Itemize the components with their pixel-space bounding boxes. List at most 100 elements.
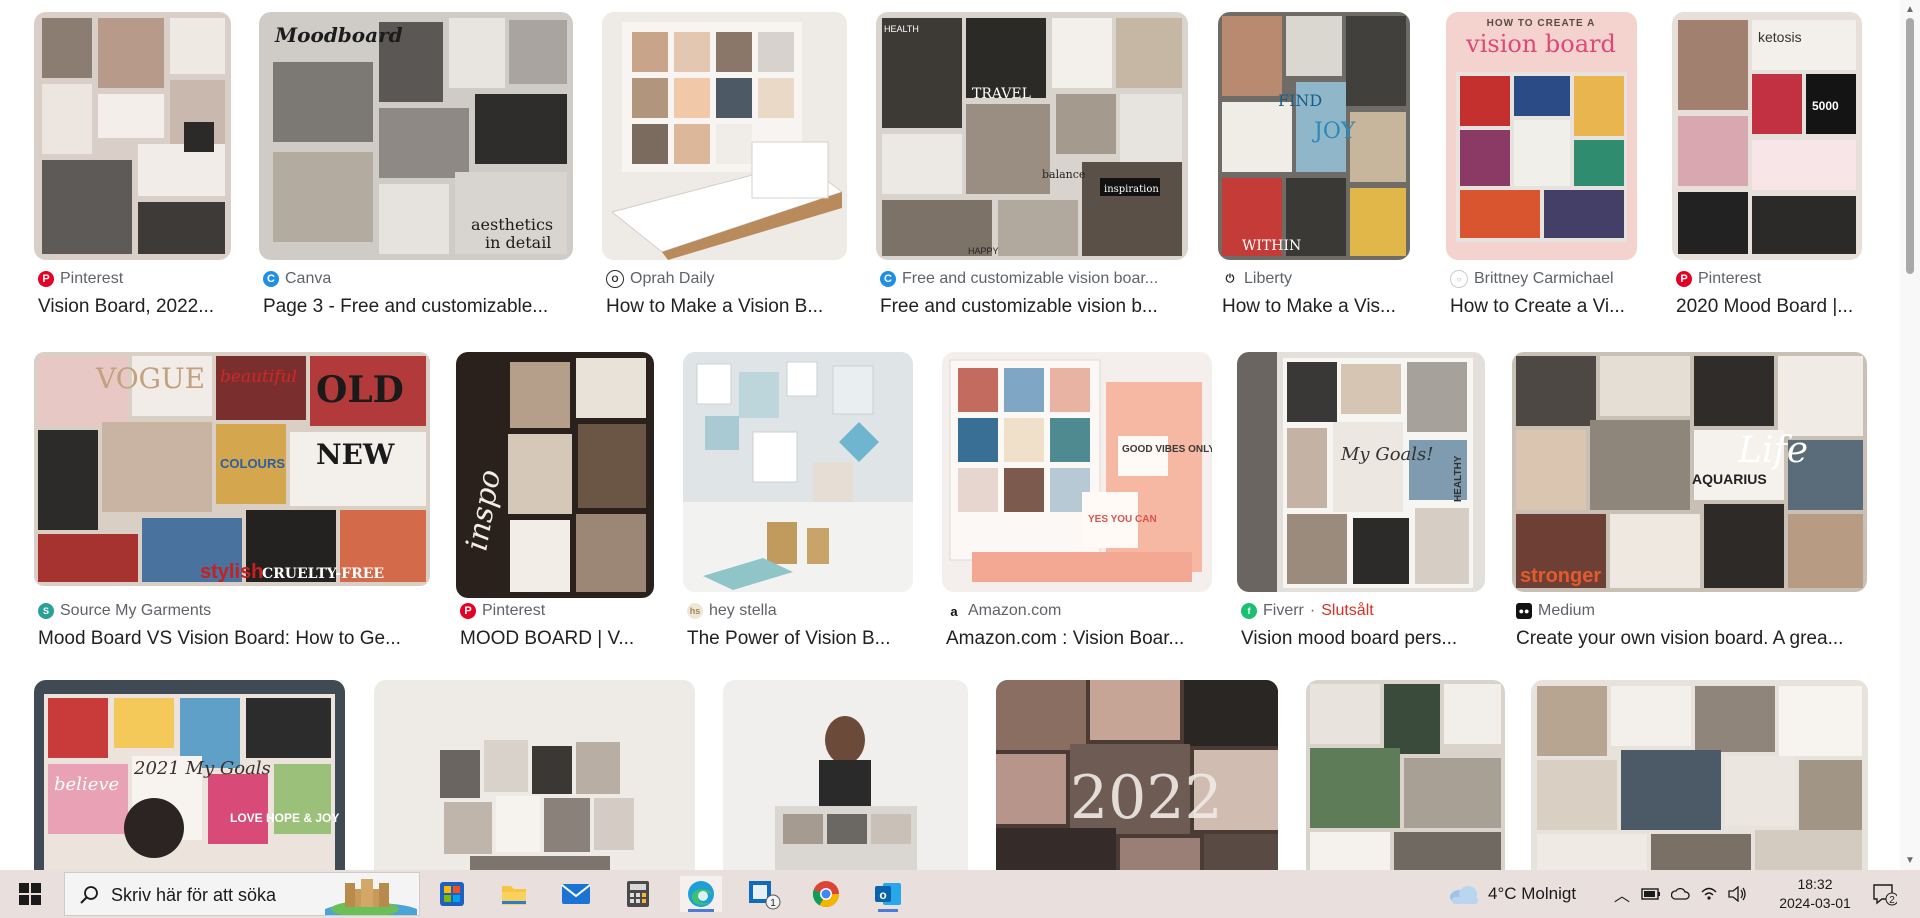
network-tray-button[interactable] [1696,876,1722,912]
svg-text:LOVE HOPE & JOY: LOVE HOPE & JOY [230,811,339,825]
result-card[interactable]: VOGUE beautiful OLD NEW COLOURS stylish … [34,352,430,656]
svg-text:in detail: in detail [485,233,551,252]
result-source[interactable]: ○ Brittney Carmichael [1450,270,1637,288]
result-source[interactable]: S Source My Garments [38,602,428,620]
result-card[interactable] [723,680,968,870]
result-card[interactable]: hs hey stella The Power of Vision B... [683,352,913,656]
scrollbar-thumb[interactable] [1906,18,1914,274]
result-thumbnail[interactable] [1306,680,1505,870]
widgets-app-icon[interactable] [434,876,470,912]
result-thumbnail[interactable]: VOGUE beautiful OLD NEW COLOURS stylish … [34,352,430,586]
edge-browser-button[interactable] [680,876,722,912]
result-thumbnail[interactable] [34,12,231,260]
active-app-indicator [688,909,714,912]
result-thumbnail[interactable] [602,12,847,260]
battery-tray-button[interactable] [1638,876,1664,912]
result-card[interactable] [1306,680,1505,870]
outlook-calendar-button[interactable]: 1 [746,876,782,912]
result-card[interactable]: FIND JOY WITHIN ⏻ Liberty How to Make a … [1218,12,1410,322]
result-card[interactable]: O Oprah Daily How to Make a Vision B... [602,12,847,322]
result-thumbnail[interactable] [1531,680,1868,870]
weather-widget[interactable] [1444,876,1484,912]
result-card[interactable]: Moodboard aesthetics in detail C Canva P… [259,12,573,322]
scroll-up-arrow-icon[interactable]: ▲ [1905,4,1915,15]
result-thumbnail[interactable]: My Goals! HEALTHY [1237,352,1485,592]
mail-button[interactable] [558,876,594,912]
windows-logo-icon [19,883,41,905]
result-card[interactable]: GOOD VIBES ONLY YES YOU CAN a Amazon.com… [942,352,1212,656]
svg-text:HEALTH: HEALTH [884,24,919,34]
result-thumbnail[interactable]: ketosis 5000 [1672,12,1862,260]
result-source[interactable]: ●● Medium [1516,602,1867,620]
result-title[interactable]: How to Make a Vis... [1222,296,1410,318]
result-source[interactable]: P Pinterest [460,602,654,620]
chrome-icon [812,881,840,908]
result-title[interactable]: Vision mood board pers... [1241,628,1485,650]
chevron-up-icon: ︿ [1613,888,1630,905]
result-thumbnail[interactable]: 2021 My Goals believe LOVE HOPE & JOY [34,680,345,870]
outlook-button[interactable]: o [870,876,906,912]
stella-icon: hs [687,603,703,619]
result-source[interactable]: P Pinterest [1676,270,1862,288]
result-title[interactable]: Create your own vision board. A grea... [1516,628,1867,650]
result-source[interactable]: C Free and customizable vision boar... [880,270,1186,288]
result-thumbnail[interactable]: 2022 [996,680,1278,870]
result-thumbnail[interactable]: GOOD VIBES ONLY YES YOU CAN [942,352,1212,592]
result-title[interactable]: MOOD BOARD | V... [460,628,654,650]
result-thumbnail[interactable]: Life AQUARIUS stronger [1512,352,1867,592]
chrome-button[interactable] [808,876,844,912]
result-thumbnail[interactable]: inspo [456,352,654,598]
calculator-button[interactable] [620,876,656,912]
result-source[interactable]: P Pinterest [38,270,228,288]
result-thumbnail[interactable]: Moodboard aesthetics in detail [259,12,573,260]
result-source[interactable]: hs hey stella [687,602,913,620]
onedrive-tray-button[interactable] [1668,876,1694,912]
result-title[interactable]: How to Create a Vi... [1450,296,1637,318]
file-explorer-button[interactable] [496,876,532,912]
result-title[interactable]: The Power of Vision B... [687,628,913,650]
result-card[interactable]: HEALTH TRAVEL balance inspiration HAPPY … [876,12,1188,322]
result-thumbnail[interactable]: FIND JOY WITHIN [1218,12,1410,260]
result-title[interactable]: 2020 Mood Board |... [1676,296,1862,318]
result-card[interactable]: HOW TO CREATE A vision board ○ Brittney … [1446,12,1637,322]
result-source[interactable]: C Canva [263,270,569,288]
result-card[interactable]: P Pinterest Vision Board, 2022... [34,12,231,322]
windows-taskbar: Skriv här för att söka 1 o 4°C Molnigt ︿… [0,870,1920,918]
result-title[interactable]: How to Make a Vision B... [606,296,847,318]
result-card[interactable]: My Goals! HEALTHY f Fiverr · Slutsålt Vi… [1237,352,1485,656]
result-thumbnail[interactable] [723,680,968,870]
result-card[interactable]: 2021 My Goals believe LOVE HOPE & JOY [34,680,345,870]
scroll-down-arrow-icon[interactable]: ▼ [1905,855,1915,866]
result-card[interactable] [374,680,695,870]
volume-tray-button[interactable] [1724,876,1750,912]
result-source[interactable]: f Fiverr · Slutsålt [1241,602,1485,620]
start-button[interactable] [12,876,48,912]
result-source[interactable]: a Amazon.com [946,602,1212,620]
result-title[interactable]: Amazon.com : Vision Boar... [946,628,1212,650]
result-title[interactable]: Free and customizable vision b... [880,296,1188,318]
svg-text:OLD: OLD [316,369,404,411]
result-card[interactable]: Life AQUARIUS stronger ●● Medium Create … [1512,352,1867,656]
show-hidden-icons-button[interactable]: ︿ [1610,876,1634,912]
result-card[interactable] [1531,680,1868,870]
result-source[interactable]: ⏻ Liberty [1222,270,1410,288]
svg-text:2021 My Goals: 2021 My Goals [133,758,271,779]
result-title[interactable]: Mood Board VS Vision Board: How to Ge... [38,628,430,650]
result-source[interactable]: O Oprah Daily [606,270,843,288]
result-card[interactable]: inspo P Pinterest MOOD BOARD | V... [456,352,654,656]
result-title[interactable]: Page 3 - Free and customizable... [263,296,573,318]
result-card[interactable]: 2022 [996,680,1278,870]
result-thumbnail[interactable]: HOW TO CREATE A vision board [1446,12,1637,260]
result-thumbnail[interactable] [374,680,695,870]
result-title[interactable]: Vision Board, 2022... [38,296,228,318]
notification-center-button[interactable]: 2 [1866,876,1902,912]
result-card[interactable]: ketosis 5000 P Pinterest 2020 Mood Board… [1672,12,1862,322]
taskbar-search-box[interactable]: Skriv här för att söka [64,872,420,916]
result-thumbnail[interactable]: HEALTH TRAVEL balance inspiration HAPPY [876,12,1188,260]
taskbar-clock[interactable]: 18:32 2024-03-01 [1778,875,1852,913]
weather-text[interactable]: 4°C Molnigt [1488,884,1576,904]
result-thumbnail[interactable] [683,352,913,592]
calculator-icon [627,881,649,907]
vertical-scrollbar[interactable]: ▲ ▼ [1900,0,1920,870]
svg-text:2: 2 [1889,895,1895,906]
